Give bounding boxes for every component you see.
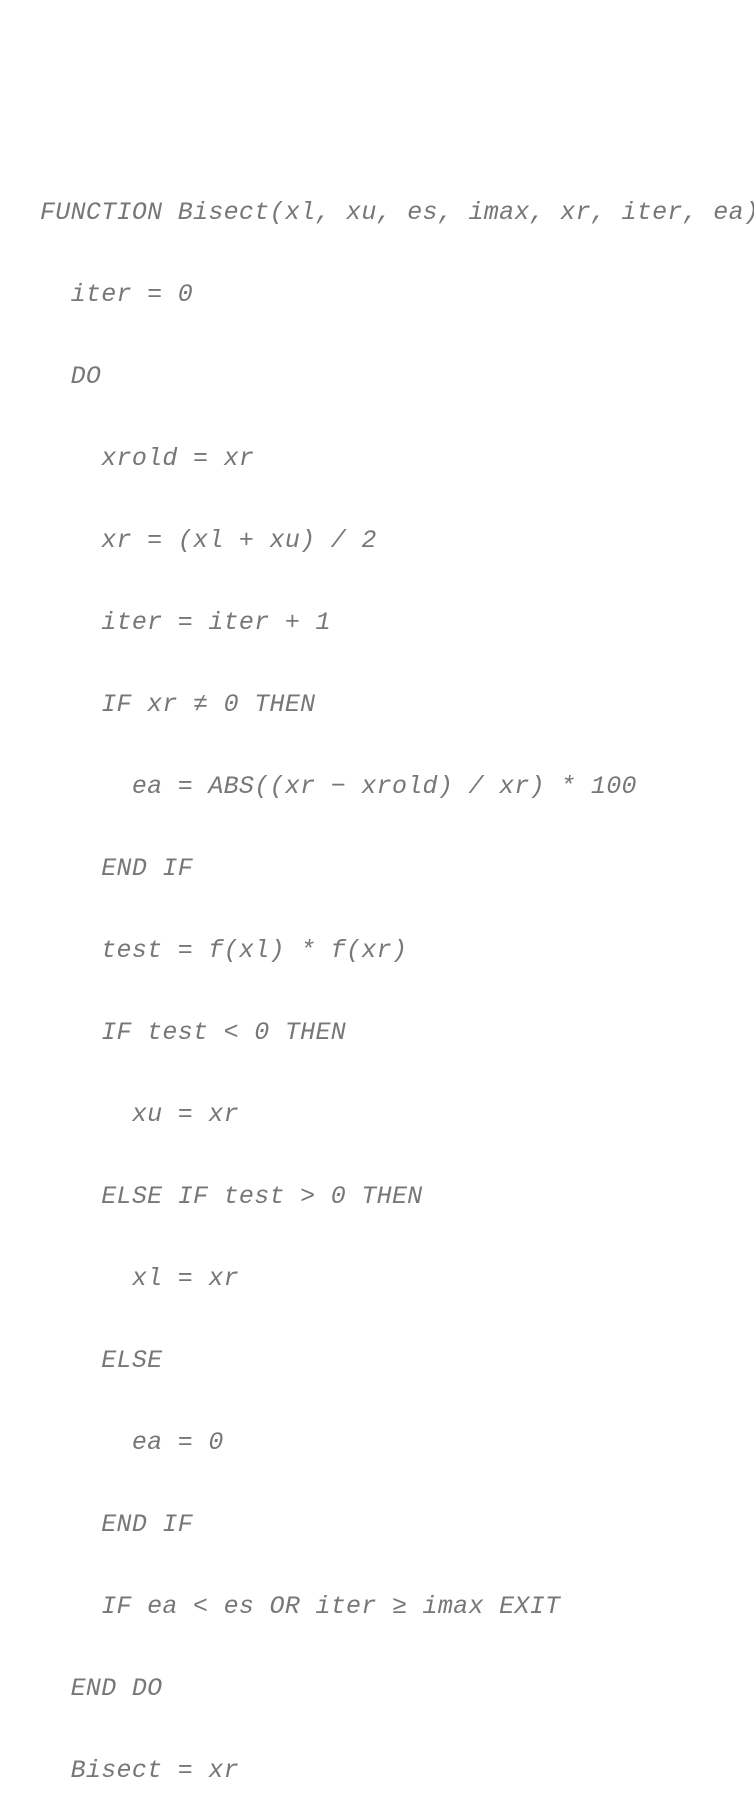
code-line: DO — [40, 356, 742, 397]
code-line: FUNCTION Bisect(xl, xu, es, imax, xr, it… — [40, 192, 742, 233]
code-line: xl = xr — [40, 1258, 742, 1299]
code-line: ELSE IF test > 0 THEN — [40, 1176, 742, 1217]
code-line: xr = (xl + xu) / 2 — [40, 520, 742, 561]
code-line: IF test < 0 THEN — [40, 1012, 742, 1053]
code-line: END IF — [40, 1504, 742, 1545]
code-line: END DO — [40, 1668, 742, 1709]
code-line: xu = xr — [40, 1094, 742, 1135]
code-line: IF ea < es OR iter ≥ imax EXIT — [40, 1586, 742, 1627]
code-line: ea = ABS((xr − xrold) / xr) * 100 — [40, 766, 742, 807]
code-line: iter = 0 — [40, 274, 742, 315]
code-line: IF xr ≠ 0 THEN — [40, 684, 742, 725]
code-line: xrold = xr — [40, 438, 742, 479]
code-line: ea = 0 — [40, 1422, 742, 1463]
code-line: iter = iter + 1 — [40, 602, 742, 643]
code-line: END IF — [40, 848, 742, 889]
code-line: Bisect = xr — [40, 1750, 742, 1791]
code-line: ELSE — [40, 1340, 742, 1381]
code-line: test = f(xl) * f(xr) — [40, 930, 742, 971]
